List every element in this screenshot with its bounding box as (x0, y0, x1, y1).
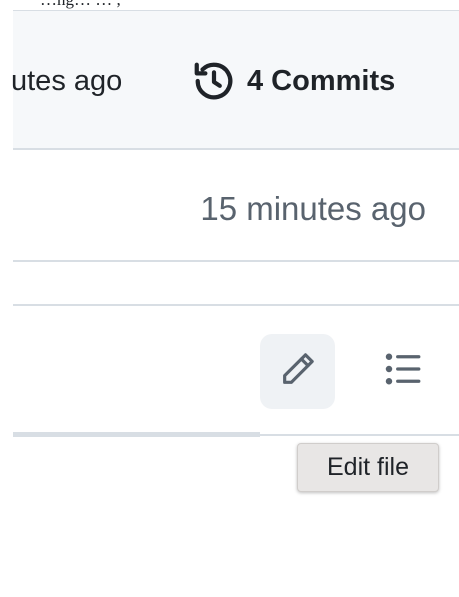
history-icon (191, 58, 237, 104)
file-list-row: 15 minutes ago (13, 152, 459, 262)
commits-history-link[interactable]: 4 Commits (191, 59, 395, 103)
toolbar-divider (13, 432, 260, 437)
file-relative-time: 15 minutes ago (200, 190, 426, 227)
pencil-icon (278, 349, 318, 394)
edit-file-tooltip: Edit file (297, 443, 439, 492)
commits-count-label: 4 Commits (247, 64, 396, 97)
latest-commit-bar: utes ago 4 Commits (11, 10, 459, 150)
top-cropped-text: …ng… … , (40, 0, 121, 10)
commit-relative-time: utes ago (11, 65, 123, 97)
edit-file-button[interactable] (260, 334, 335, 409)
symbols-outline-button[interactable] (365, 334, 440, 409)
page: …ng… … , utes ago 4 Commits 15 minutes a… (0, 0, 459, 597)
list-icon (382, 348, 424, 395)
toolbar-divider-right (260, 434, 459, 436)
